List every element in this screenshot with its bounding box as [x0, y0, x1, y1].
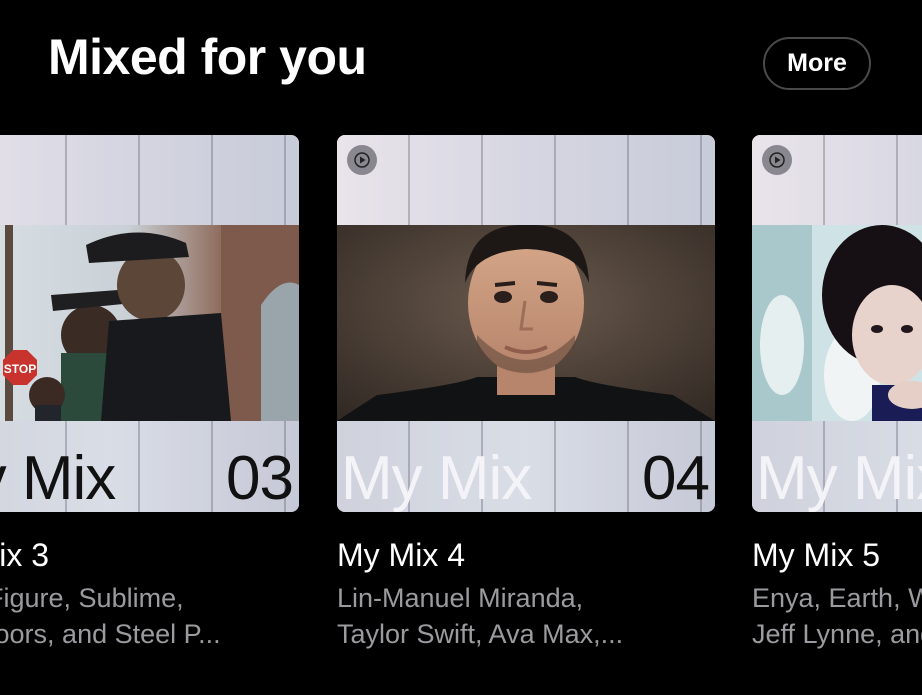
cover-mix-word-text: My Mix — [341, 444, 532, 512]
more-button[interactable]: More — [763, 37, 871, 90]
cover-mix-number: 03 — [226, 444, 294, 512]
cover-photo — [337, 225, 715, 421]
mix-card-3[interactable]: STOP My Mix 03 My Mix 3 Stick Figure, Su… — [0, 135, 299, 652]
mix-artists-line-1: Enya, Earth, Wind & Fire, — [752, 583, 922, 614]
cover-mix-word: My Mix — [0, 444, 116, 512]
mix-artists-line-2: Taylor Swift, Ava Max,... — [337, 618, 624, 649]
cover-mix-word: My Mix — [341, 448, 532, 510]
mix-cover-art[interactable]: My Mix 05 — [752, 135, 922, 512]
mix-artists-line-2: Jeff Lynne, and more — [752, 618, 922, 649]
mix-title[interactable]: My Mix 3 — [0, 537, 299, 573]
mix-artists: Stick Figure, Sublime, The Doors, and St… — [0, 581, 299, 652]
mix-artists-line-2: The Doors, and Steel P... — [0, 618, 221, 649]
mix-cover-art[interactable]: STOP My Mix 03 — [0, 135, 299, 512]
mixed-for-you-section: Mixed for you More STOP Mix 03 ix 3 igur… — [0, 0, 922, 695]
play-circle-icon[interactable] — [762, 145, 792, 175]
play-circle-icon[interactable] — [347, 145, 377, 175]
cover-mix-word-text: My Mix — [756, 444, 922, 512]
mix-title[interactable]: My Mix 5 — [752, 537, 922, 573]
mix-card-5[interactable]: My Mix 05 My Mix 5 Enya, Earth, Wind & F… — [752, 135, 922, 652]
cover-top-band — [0, 135, 299, 225]
cover-photo — [752, 225, 922, 421]
mix-cover-art[interactable]: My Mix 04 — [337, 135, 715, 512]
mix-artists-line-1: Lin-Manuel Miranda, — [337, 583, 584, 614]
cover-mix-word: My Mix — [756, 448, 922, 510]
section-title: Mixed for you — [48, 29, 367, 85]
cover-top-band — [337, 135, 715, 225]
mix-card-4[interactable]: My Mix 04 My Mix 4 Lin-Manuel Miranda, T… — [337, 135, 715, 652]
mix-artists-line-1: Stick Figure, Sublime, — [0, 583, 184, 614]
mix-artists: Lin-Manuel Miranda, Taylor Swift, Ava Ma… — [337, 581, 715, 652]
cover-photo: STOP — [0, 225, 299, 421]
mix-title[interactable]: My Mix 4 — [337, 537, 715, 573]
svg-text:STOP: STOP — [4, 362, 36, 376]
cover-mix-number: 04 — [642, 444, 710, 512]
mix-artists: Enya, Earth, Wind & Fire, Jeff Lynne, an… — [752, 581, 922, 652]
